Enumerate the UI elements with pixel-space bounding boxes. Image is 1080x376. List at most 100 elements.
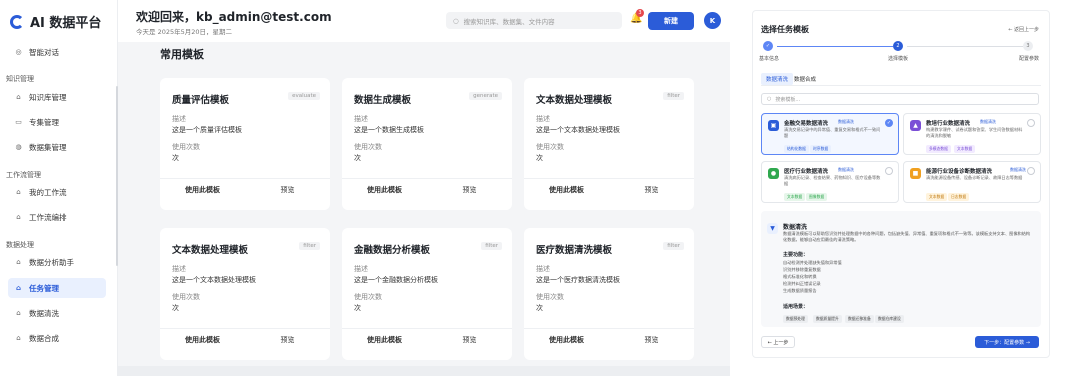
preview-button[interactable]: 预览 (245, 185, 330, 195)
preview-button[interactable]: 预览 (427, 185, 512, 195)
card-title: 文本数据处理模板 (536, 95, 613, 106)
section-data: 数据处理 (6, 241, 34, 249)
use-template-button[interactable]: 使用此模板 (524, 335, 609, 345)
template-detail: ▼ 数据清洗 数据清洗模板可以帮助您识别并处理数据中的各种问题，包括缺失值、异常… (761, 211, 1041, 327)
desc-label: 描述 (172, 265, 186, 273)
task-template-panel: 选择任务模板 ← 返回上一步 ✓ 2 3 基本信息 选择模板 配置参数 数据清洗… (752, 10, 1050, 358)
sidebar-item-clean[interactable]: ⌂ 数据清洗 (8, 303, 106, 323)
template-chip: 日志数据 (948, 193, 970, 201)
template-badge: 数据清洗 (838, 119, 854, 124)
preview-button[interactable]: 预览 (609, 185, 694, 195)
sidebar-item-label: 数据清洗 (29, 308, 59, 318)
new-button[interactable]: 新建 (648, 12, 694, 30)
card-desc: 这是一个文本数据处理模板 (172, 276, 256, 284)
next-step-button[interactable]: 下一步：配置参数 → (975, 336, 1039, 348)
desc-label: 描述 (536, 115, 550, 123)
use-template-button[interactable]: 使用此模板 (160, 185, 245, 195)
usage-label: 使用次数 (536, 143, 564, 151)
filter-icon: ▼ (767, 223, 778, 234)
step-3-indicator: 3 (1023, 41, 1033, 51)
use-template-button[interactable]: 使用此模板 (342, 185, 427, 195)
template-badge: 数据清洗 (1010, 167, 1026, 172)
use-template-button[interactable]: 使用此模板 (342, 335, 427, 345)
date-text: 今天是 2025年5月20日，星期二 (136, 28, 233, 36)
card-title: 数据生成模板 (354, 95, 412, 106)
template-name: 金融交易数据清洗 (784, 121, 829, 127)
card-title: 文本数据处理模板 (172, 245, 249, 256)
sidebar-item-synth[interactable]: ⌂ 数据合成 (8, 328, 106, 348)
scenario-chip: 数据迁移准备 (845, 315, 874, 323)
template-card: 文本数据处理模板 filter 描述 这是一个文本数据处理模板 使用次数 次 使… (524, 78, 694, 210)
app-logo[interactable]: AI 数据平台 (10, 12, 101, 31)
template-option-finance[interactable]: ▣ 金融交易数据清洗 数据清洗 清洗交易记录中的异常值、重复交易和格式不一致问题… (761, 113, 899, 155)
scenario-chip: 数据质量提升 (813, 315, 842, 323)
template-badge: 数据清洗 (838, 167, 854, 172)
template-card: 金融数据分析模板 filter 描述 这是一个金融数据分析模板 使用次数 次 使… (342, 228, 512, 360)
use-template-button[interactable]: 使用此模板 (160, 335, 245, 345)
template-option-energy[interactable]: ■ 能源行业设备诊断数据清洗 数据清洗 清洗能源设备传感、设备诊断记录、故障日志… (903, 161, 1041, 203)
horizontal-scrollbar[interactable] (118, 366, 730, 376)
section-knowledge: 知识管理 (6, 75, 34, 83)
home-icon: ⌂ (16, 258, 21, 266)
use-template-button[interactable]: 使用此模板 (524, 185, 609, 195)
detail-desc: 数据清洗模板可以帮助您识别并处理数据中的各种问题，包括缺失值、异常值、重复项和格… (783, 231, 1031, 242)
sidebar-item-analysis[interactable]: ⌂ 数据分析助手 (8, 252, 106, 272)
radio-button[interactable] (1027, 119, 1035, 127)
card-usage: 次 (172, 304, 179, 312)
template-option-medical[interactable]: ● 医疗行业数据清洗 数据清洗 清洗病历记录、检查结果、药物知识、医疗设备等数据… (761, 161, 899, 203)
logo-icon (10, 14, 24, 29)
scenario-chip: 数据预处理 (783, 315, 808, 323)
card-divider (342, 328, 512, 329)
panel-title: 选择任务模板 (761, 25, 809, 34)
sidebar-item-workflow-edit[interactable]: ⌂ 工作流编排 (8, 207, 106, 227)
card-desc: 这是一个数据生成模板 (354, 126, 424, 134)
template-search-input[interactable]: ○ 搜索模板... (761, 93, 1039, 105)
database-icon: ◍ (15, 143, 22, 151)
template-chip: 文本数据 (926, 193, 948, 201)
check-icon: ✓ (885, 119, 893, 127)
radio-button[interactable] (1027, 167, 1035, 175)
top-header: 欢迎回来，kb_admin@test.com 今天是 2025年5月20日，星期… (118, 0, 730, 42)
radio-button[interactable] (885, 167, 893, 175)
sidebar-item-label: 数据合成 (29, 333, 59, 343)
home-icon: ⌂ (15, 284, 21, 292)
template-badge: 数据清洗 (980, 119, 996, 124)
card-divider (342, 178, 512, 179)
global-search-input[interactable]: ○ 搜索知识库、数据集、文件内容 (446, 12, 622, 29)
template-chip: 结构化数据 (784, 145, 809, 153)
sidebar-item-my-workflow[interactable]: ⌂ 我的工作流 (8, 182, 106, 202)
tab-data-synth[interactable]: 数据合成 (789, 73, 821, 85)
card-usage: 次 (536, 304, 543, 312)
template-chip: 文本数据 (954, 145, 976, 153)
template-name: 教培行业数据清洗 (926, 121, 971, 127)
template-chip: 文本数据 (784, 193, 806, 201)
sidebar-item-kb[interactable]: ⌂ 知识库管理 (8, 87, 106, 107)
template-name: 能源行业设备诊断数据清洗 (926, 169, 993, 175)
preview-button[interactable]: 预览 (609, 335, 694, 345)
template-name: 医疗行业数据清洗 (784, 169, 829, 175)
sidebar-scrollbar[interactable] (116, 86, 118, 266)
avatar[interactable]: K (704, 12, 721, 29)
template-desc: 构建教学课件、试卷试题和答案、学生问答数据材料的清洗和脱敏 (926, 127, 1023, 138)
sidebar-item-task[interactable]: ⌂ 任务管理 (8, 278, 106, 298)
card-usage: 次 (354, 304, 361, 312)
preview-button[interactable]: 预览 (245, 335, 330, 345)
prev-step-button[interactable]: ← 上一步 (761, 336, 795, 348)
back-link[interactable]: ← 返回上一步 (1008, 26, 1039, 33)
usage-label: 使用次数 (172, 293, 200, 301)
sidebar-item-dataset[interactable]: ◍ 数据集管理 (8, 137, 106, 157)
usage-label: 使用次数 (354, 143, 382, 151)
card-tag: filter (663, 92, 684, 100)
step-2-indicator: 2 (893, 41, 903, 51)
sidebar-item-topic[interactable]: ▭ 专集管理 (8, 112, 106, 132)
sidebar-item-chat[interactable]: ◎ 智能对话 (8, 42, 106, 62)
sidebar-item-label: 智能对话 (29, 47, 59, 57)
scenarios-title: 适用场景： (783, 304, 809, 310)
desc-label: 描述 (172, 115, 186, 123)
card-title: 金融数据分析模板 (354, 245, 431, 256)
sidebar-item-label: 数据集管理 (29, 142, 67, 152)
home-icon: ⌂ (16, 188, 21, 196)
card-usage: 次 (536, 154, 543, 162)
template-option-education[interactable]: ▲ 教培行业数据清洗 数据清洗 构建教学课件、试卷试题和答案、学生问答数据材料的… (903, 113, 1041, 155)
preview-button[interactable]: 预览 (427, 335, 512, 345)
